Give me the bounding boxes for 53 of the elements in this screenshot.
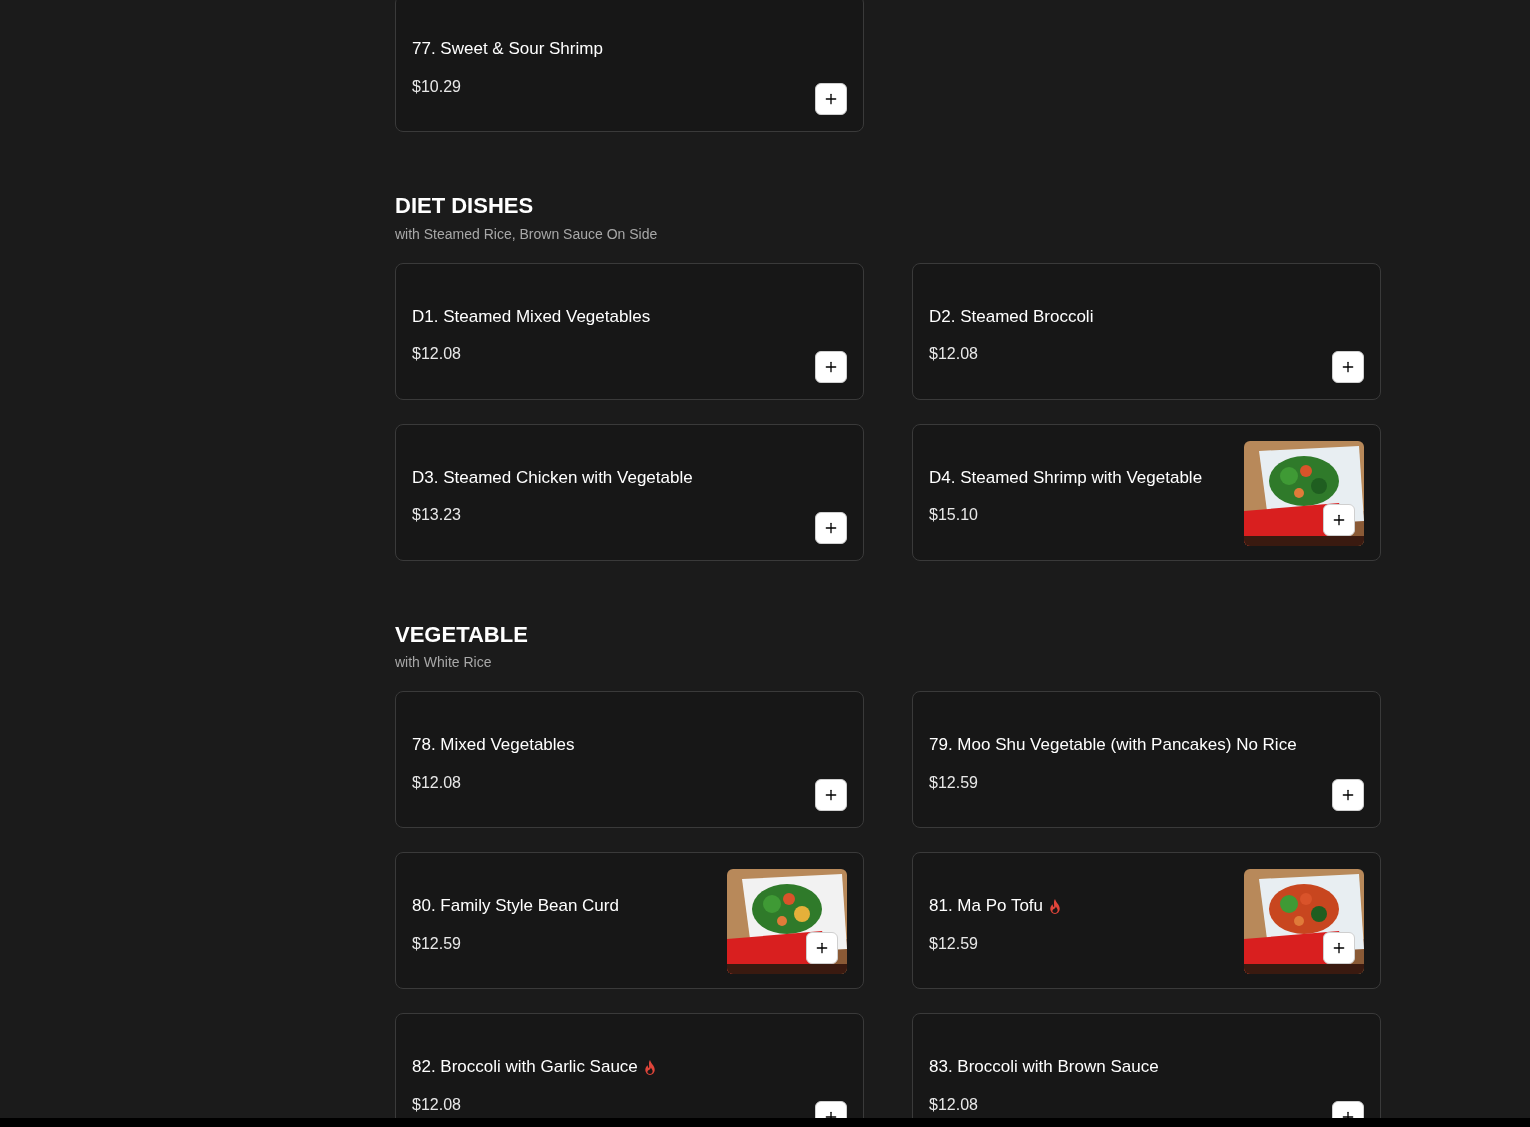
section-subtitle: with White Rice (395, 653, 493, 672)
add-button[interactable] (815, 83, 847, 115)
add-button[interactable] (806, 932, 838, 964)
item-name: D2. Steamed Broccoli (929, 305, 1094, 328)
item-name: 79. Moo Shu Vegetable (with Pancakes) No Rice (929, 734, 1297, 756)
item-price: $12.08 (929, 1094, 979, 1115)
item-name: 78. Mixed Vegetables (412, 734, 575, 756)
section-title: VEGETABLE (395, 620, 529, 648)
item-price: $12.59 (412, 933, 462, 954)
item-price: $15.10 (929, 505, 979, 525)
item-name: D3. Steamed Chicken with Vegetable (412, 466, 693, 489)
item-price: $12.08 (412, 1094, 462, 1115)
item-name: 81. Ma Po Tofu (929, 895, 1044, 917)
flame-icon (1049, 899, 1062, 914)
item-name: D4. Steamed Shrimp with Vegetable (929, 466, 1203, 489)
item-name: D1. Steamed Mixed Vegetables (412, 305, 651, 328)
menu-item-card[interactable]: D2. Steamed Broccoli $12.08 (912, 262, 1381, 400)
section-subtitle: with Steamed Rice, Brown Sauce On Side (395, 224, 659, 244)
plus-icon (1331, 940, 1347, 956)
item-price: $12.08 (929, 344, 979, 364)
add-button[interactable] (815, 779, 847, 811)
flame-icon (643, 1060, 656, 1075)
plus-icon (823, 787, 839, 803)
item-price: $12.08 (412, 772, 462, 793)
menu-item-card[interactable]: 80. Family Style Bean Curd $12.59 (395, 852, 864, 989)
menu-item-card[interactable]: 78. Mixed Vegetables $12.08 (395, 691, 864, 828)
item-price: $12.08 (412, 344, 462, 364)
item-price: $12.59 (929, 933, 979, 954)
add-button[interactable] (1332, 350, 1364, 383)
item-price: $12.59 (929, 772, 979, 793)
add-button[interactable] (1323, 932, 1355, 964)
menu-item-card[interactable]: 82. Broccoli with Garlic Sauce $12.08 (395, 1013, 864, 1118)
item-name: 82. Broccoli with Garlic Sauce (412, 1056, 638, 1078)
plus-icon (1340, 787, 1356, 803)
add-button[interactable] (815, 511, 847, 544)
item-name: 77. Sweet & Sour Shrimp (412, 38, 603, 60)
item-name: 80. Family Style Bean Curd (412, 895, 619, 917)
item-price: $13.23 (412, 505, 462, 525)
menu-item-card[interactable]: D4. Steamed Shrimp with Vegetable $15.10 (912, 423, 1381, 561)
menu-item-card[interactable]: 81. Ma Po Tofu $12.59 (912, 852, 1381, 989)
menu-item-card[interactable]: 83. Broccoli with Brown Sauce $12.08 (912, 1013, 1381, 1118)
menu-item-card[interactable]: D1. Steamed Mixed Vegetables $12.08 (395, 262, 864, 400)
menu-item-card[interactable]: 77. Sweet & Sour Shrimp $10.29 (395, 0, 864, 132)
menu-item-card[interactable]: 79. Moo Shu Vegetable (with Pancakes) No Rice $12.59 (912, 691, 1381, 828)
add-button[interactable] (815, 350, 847, 383)
item-price: $10.29 (412, 76, 462, 97)
plus-icon (814, 940, 830, 956)
plus-icon (823, 91, 839, 107)
menu-item-card[interactable]: D3. Steamed Chicken with Vegetable $13.23 (395, 423, 864, 561)
section-title: DIET DISHES (395, 192, 535, 220)
add-button[interactable] (1323, 503, 1355, 536)
item-name: 83. Broccoli with Brown Sauce (929, 1056, 1159, 1078)
add-button[interactable] (1332, 779, 1364, 811)
